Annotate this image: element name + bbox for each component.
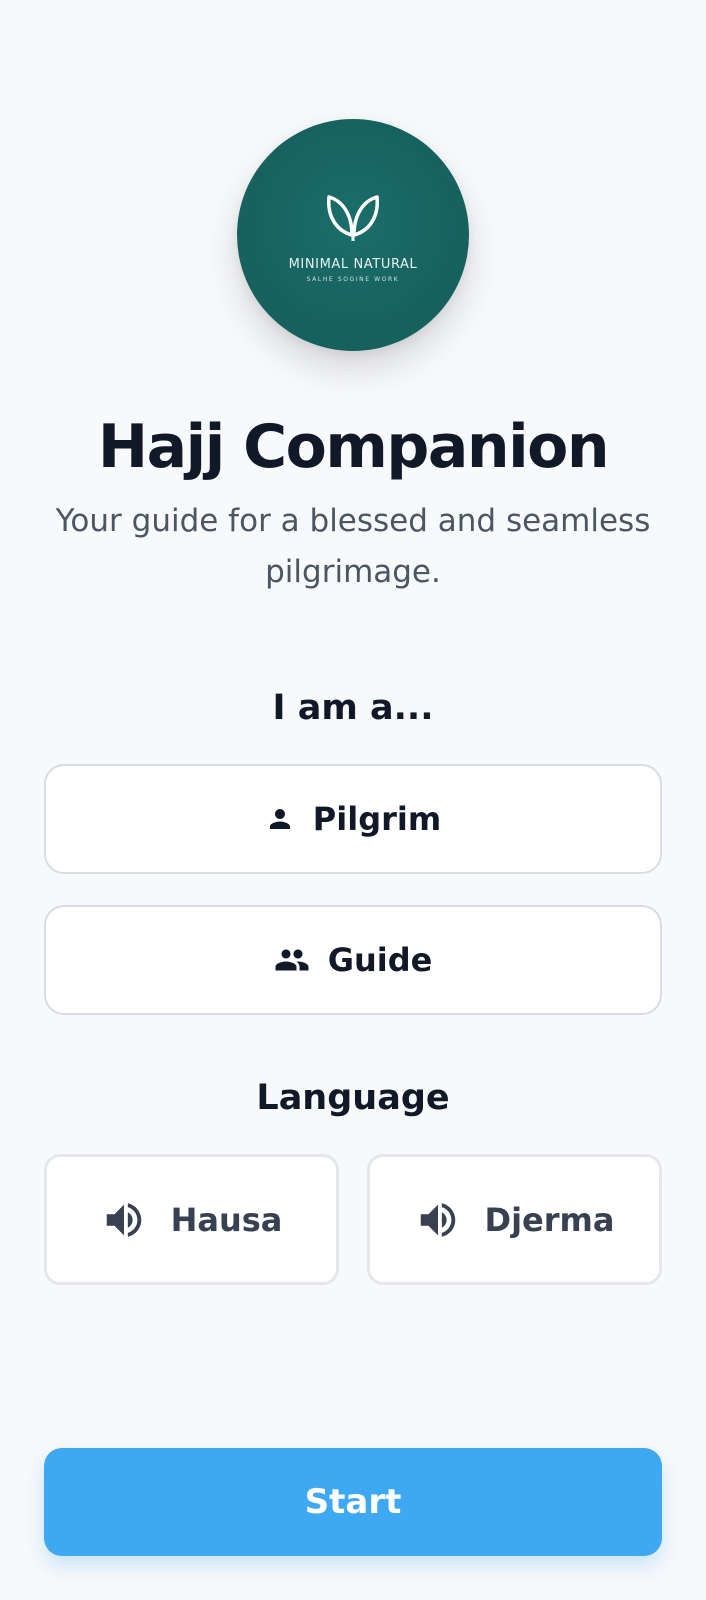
djerma-label: Djerma — [484, 1200, 615, 1239]
djerma-button[interactable]: Djerma — [367, 1154, 662, 1285]
hausa-label: Hausa — [170, 1200, 283, 1239]
page-title: Hajj Companion — [97, 412, 610, 482]
logo-subtitle: SALHE SOGINE WORK — [306, 276, 400, 283]
guide-label: Guide — [327, 941, 433, 979]
page-tagline: Your guide for a blessed and seamless pi… — [55, 503, 651, 590]
person-icon — [265, 804, 295, 834]
language-section-label: Language — [256, 1078, 450, 1118]
start-button[interactable]: Start — [44, 1448, 662, 1556]
logo-title: MINIMAL NATURAL — [288, 257, 418, 272]
hausa-button[interactable]: Hausa — [44, 1154, 339, 1285]
role-section-label: I am a... — [272, 688, 434, 728]
pilgrim-button[interactable]: Pilgrim — [44, 764, 662, 874]
speaker-icon — [101, 1197, 147, 1243]
pilgrim-label: Pilgrim — [312, 800, 442, 838]
leaf-icon — [327, 195, 379, 241]
app-logo: MINIMAL NATURAL SALHE SOGINE WORK — [237, 119, 469, 351]
guide-button[interactable]: Guide — [44, 905, 662, 1015]
group-icon — [274, 942, 310, 978]
speaker-icon — [415, 1197, 461, 1243]
